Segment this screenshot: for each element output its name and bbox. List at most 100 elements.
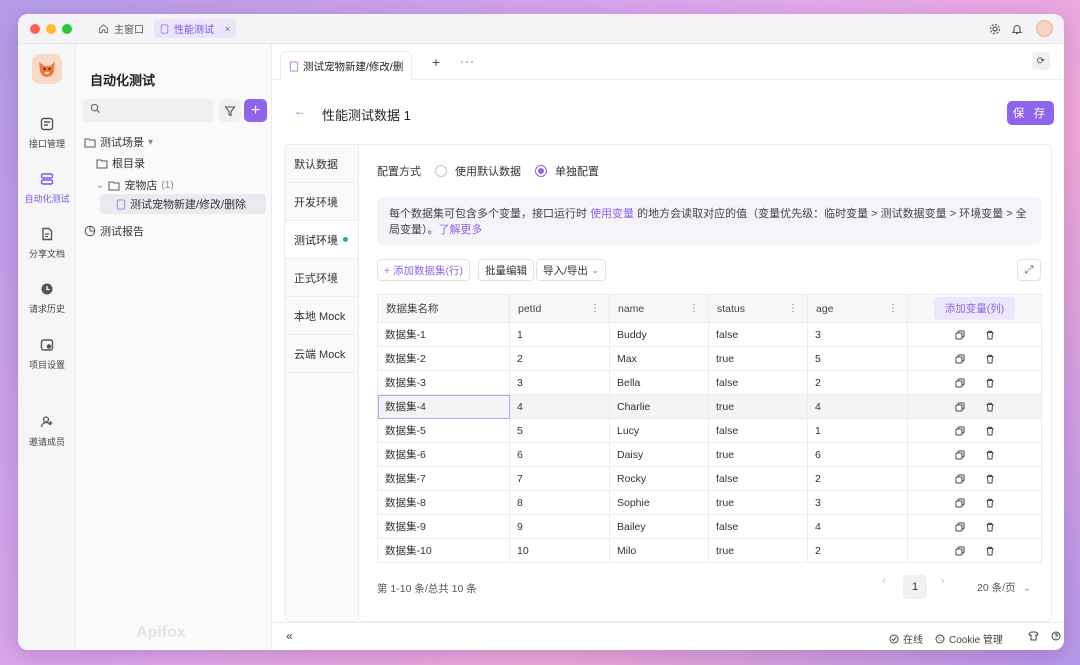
delete-icon[interactable]	[985, 426, 995, 436]
column-menu-icon[interactable]: ⋮	[689, 303, 699, 314]
table-cell[interactable]: true	[708, 538, 808, 563]
rail-item-history[interactable]: 请求历史	[18, 282, 76, 315]
copy-icon[interactable]	[955, 426, 965, 436]
tree-node-root[interactable]: 根目录	[96, 155, 145, 171]
table-cell[interactable]: 6	[807, 442, 908, 467]
rail-item-invite[interactable]: 邀请成员	[18, 415, 76, 448]
copy-icon[interactable]	[955, 402, 965, 412]
new-tab-plus-icon[interactable]: +	[432, 54, 440, 70]
tree-node-report[interactable]: 测试报告	[84, 223, 144, 239]
import-export-button[interactable]: 导入/导出 ⌄	[536, 259, 606, 281]
table-cell[interactable]: Bailey	[609, 514, 709, 539]
table-cell[interactable]: 3	[509, 370, 610, 395]
table-cell[interactable]: 4	[509, 394, 610, 419]
table-cell[interactable]: 数据集-9	[377, 514, 510, 539]
column-menu-icon[interactable]: ⋮	[788, 303, 798, 314]
table-cell[interactable]: 10	[509, 538, 610, 563]
refresh-icon[interactable]: ⟳	[1032, 52, 1050, 70]
copy-icon[interactable]	[955, 354, 965, 364]
add-button[interactable]: +	[244, 99, 267, 122]
table-cell[interactable]: 4	[807, 514, 908, 539]
table-cell[interactable]: true	[708, 346, 808, 371]
delete-icon[interactable]	[985, 450, 995, 460]
expand-icon[interactable]: ⤢	[1017, 259, 1041, 281]
table-cell[interactable]: 数据集-7	[377, 466, 510, 491]
table-cell[interactable]: 数据集-8	[377, 490, 510, 515]
use-variable-link[interactable]: 使用变量	[590, 208, 634, 220]
env-tab-local-mock[interactable]: 本地 Mock	[285, 297, 359, 335]
maximize-window-button[interactable]	[62, 24, 72, 34]
table-cell[interactable]: Charlie	[609, 394, 709, 419]
copy-icon[interactable]	[955, 378, 965, 388]
bell-icon[interactable]	[1010, 22, 1024, 36]
table-cell[interactable]: Lucy	[609, 418, 709, 443]
cookie-manager[interactable]: Cookie 管理	[935, 631, 1003, 646]
table-cell[interactable]: 4	[807, 394, 908, 419]
table-cell[interactable]: 2	[807, 538, 908, 563]
delete-icon[interactable]	[985, 522, 995, 532]
table-cell[interactable]: Daisy	[609, 442, 709, 467]
close-tab-icon[interactable]: ×	[225, 24, 230, 34]
table-cell[interactable]: 2	[807, 370, 908, 395]
settings-gear-icon[interactable]	[988, 22, 1002, 36]
col-header-dataset[interactable]: 数据集名称	[377, 294, 510, 323]
copy-icon[interactable]	[955, 474, 965, 484]
table-cell[interactable]: Sophie	[609, 490, 709, 515]
table-cell[interactable]: true	[708, 442, 808, 467]
col-header-status[interactable]: status ⋮	[708, 294, 808, 323]
table-cell[interactable]: 3	[807, 490, 908, 515]
table-cell[interactable]: 8	[509, 490, 610, 515]
home-tab[interactable]: 主窗口	[92, 19, 150, 38]
env-tab-test[interactable]: 测试环境	[285, 221, 359, 259]
table-cell[interactable]: 1	[509, 322, 610, 347]
copy-icon[interactable]	[955, 546, 965, 556]
doc-tab-active[interactable]: 测试宠物新建/修改/删	[280, 51, 413, 80]
back-arrow-icon[interactable]: ←	[294, 104, 306, 118]
filter-button[interactable]	[219, 99, 241, 122]
column-menu-icon[interactable]: ⋮	[590, 303, 600, 314]
table-cell[interactable]: 数据集-10	[377, 538, 510, 563]
copy-icon[interactable]	[955, 522, 965, 532]
more-tabs-icon[interactable]: ···	[460, 54, 475, 68]
table-cell[interactable]: 9	[509, 514, 610, 539]
table-cell[interactable]: false	[708, 370, 808, 395]
online-status[interactable]: 在线	[889, 631, 923, 646]
table-cell[interactable]: 7	[509, 466, 610, 491]
table-cell[interactable]: 数据集-1	[377, 322, 510, 347]
table-cell[interactable]: 5	[509, 418, 610, 443]
table-cell[interactable]: 数据集-5	[377, 418, 510, 443]
shirt-icon[interactable]	[1028, 631, 1039, 641]
copy-icon[interactable]	[955, 330, 965, 340]
minimize-window-button[interactable]	[46, 24, 56, 34]
table-cell[interactable]: 数据集-6	[377, 442, 510, 467]
table-cell[interactable]: Milo	[609, 538, 709, 563]
copy-icon[interactable]	[955, 450, 965, 460]
delete-icon[interactable]	[985, 546, 995, 556]
delete-icon[interactable]	[985, 402, 995, 412]
close-window-button[interactable]	[30, 24, 40, 34]
rail-item-share-doc[interactable]: 分享文档	[18, 227, 76, 260]
table-cell[interactable]: false	[708, 466, 808, 491]
table-cell[interactable]: true	[708, 394, 808, 419]
env-tab-dev[interactable]: 开发环境	[285, 183, 359, 221]
table-cell[interactable]: false	[708, 322, 808, 347]
col-header-petid[interactable]: petId ⋮	[509, 294, 610, 323]
tree-node-scenes[interactable]: 测试场景 ▾	[84, 134, 153, 150]
tree-search-input[interactable]	[82, 99, 214, 122]
table-cell[interactable]: 2	[509, 346, 610, 371]
env-tab-cloud-mock[interactable]: 云端 Mock	[285, 335, 359, 373]
rail-item-api[interactable]: 接口管理	[18, 117, 76, 150]
table-cell[interactable]: 数据集-2	[377, 346, 510, 371]
user-avatar[interactable]	[1036, 20, 1053, 37]
learn-more-link[interactable]: 了解更多	[439, 224, 483, 236]
rail-item-settings[interactable]: 项目设置	[18, 338, 76, 371]
table-cell[interactable]: 3	[807, 322, 908, 347]
copy-icon[interactable]	[955, 498, 965, 508]
env-tab-prod[interactable]: 正式环境	[285, 259, 359, 297]
table-cell[interactable]: false	[708, 514, 808, 539]
perf-test-tab[interactable]: 性能测试 ×	[154, 19, 237, 38]
tree-node-case[interactable]: 测试宠物新建/修改/删除	[100, 194, 266, 214]
col-header-name[interactable]: name ⋮	[609, 294, 709, 323]
table-cell[interactable]: Rocky	[609, 466, 709, 491]
table-cell[interactable]: 6	[509, 442, 610, 467]
